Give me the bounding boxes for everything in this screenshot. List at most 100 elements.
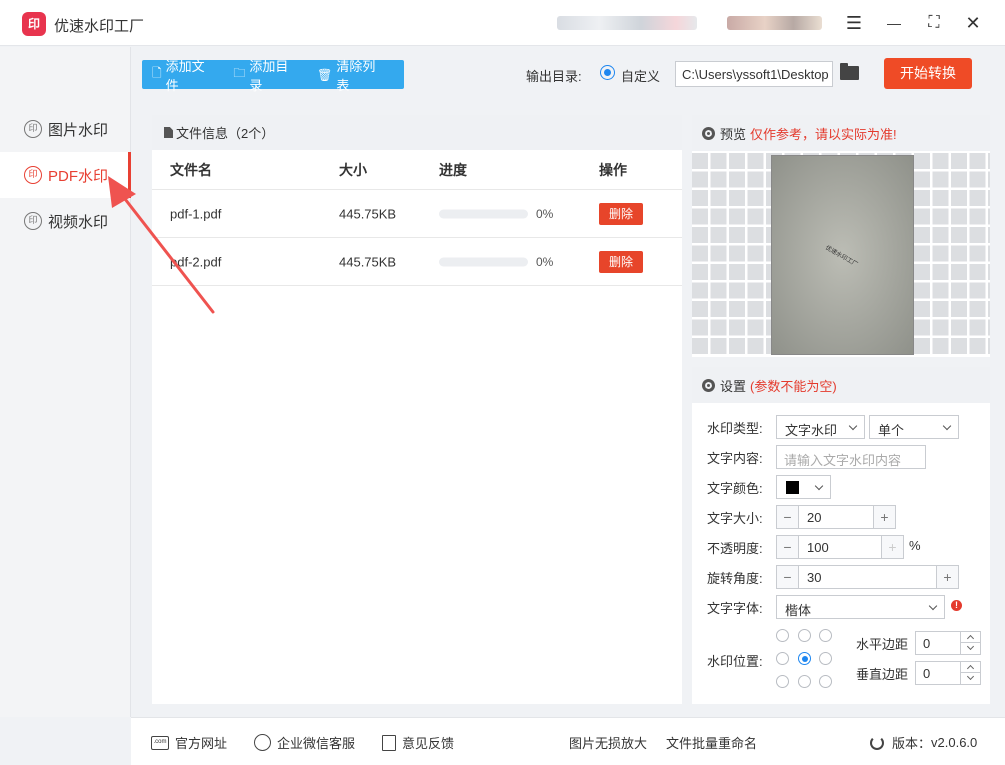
chat-icon [254,734,271,751]
watermark-icon: 印 [24,166,42,184]
position-bottom-center[interactable] [798,675,811,688]
file-table-header: 文件名 大小 进度 操作 [152,150,682,190]
minimize-icon[interactable]: — [881,10,907,36]
position-top-left[interactable] [776,629,789,642]
text-content-input[interactable]: 请输入文字水印内容 [776,445,926,469]
sidebar-item-label: 图片水印 [48,121,109,139]
font-family-value: 楷体 [785,603,812,618]
add-file-label: 添加文件 [165,58,205,93]
file-icon: 🗋 [152,66,162,80]
refresh-icon[interactable] [870,735,884,750]
v-margin-label: 垂直边距 [856,667,909,682]
v-margin-value: 0 [923,666,931,681]
start-convert-button[interactable]: 开始转换 [884,58,972,89]
website-icon: .com [151,735,169,750]
rotation-value: 30 [807,570,822,585]
font-size-label: 文字大小: [707,511,763,526]
position-center[interactable] [798,652,811,665]
text-color-label: 文字颜色: [707,481,763,496]
settings-header: 设置 (参数不能为空) [692,367,990,403]
watermark-type-value: 文字水印 [785,423,838,438]
add-file-button[interactable]: 🗋 添加文件 [152,56,217,94]
progress-percent: 0% [536,206,554,221]
delete-button[interactable]: 删除 [599,202,643,225]
plus-icon[interactable]: + [936,566,958,588]
chevron-down-icon [942,421,952,431]
v-margin-spinner[interactable]: 0 [915,661,981,685]
folder-icon[interactable] [840,63,859,80]
close-icon[interactable]: ✕ [960,10,986,36]
footer-bar: .com 官方网址 企业微信客服 意见反馈 图片无损放大 文件批量重命名 版本：… [131,717,1005,765]
text-color-picker[interactable] [776,475,831,499]
blurred-account-info [557,16,697,30]
font-size-value: 20 [807,510,822,525]
sidebar-item-label: 视频水印 [48,213,109,231]
sidebar-item-image-watermark[interactable]: 印 图片水印 [0,106,131,152]
file-size: 445.75KB [339,206,397,221]
pdf-page-preview: 优速水印工厂 [771,155,914,355]
gear-icon [702,126,715,140]
website-link[interactable]: .com 官方网址 [151,733,227,752]
image-upscale-link[interactable]: 图片无损放大 [569,733,647,752]
settings-note: (参数不能为空) [750,378,837,394]
batch-rename-link[interactable]: 文件批量重命名 [666,733,757,752]
rotation-label: 旋转角度: [707,571,763,586]
add-directory-label: 添加目录 [249,58,289,93]
spin-down-icon[interactable] [960,643,980,654]
position-top-center[interactable] [798,629,811,642]
error-icon: ! [951,600,962,611]
file-list-panel: 文件信息（2个） 文件名 大小 进度 操作 pdf-1.pdf 445.75KB… [152,115,682,704]
col-size: 大小 [339,161,367,178]
h-margin-spinner[interactable]: 0 [915,631,981,655]
font-size-stepper[interactable]: − 20 + [776,505,896,529]
col-progress: 进度 [439,161,467,178]
clear-list-button[interactable]: 🗑 清除列表 [317,56,388,94]
watermark-mode-select[interactable]: 单个 [869,415,959,439]
progress-bar [439,209,528,218]
plus-icon[interactable]: + [873,506,895,528]
font-family-select[interactable]: 楷体 [776,595,945,619]
text-content-label: 文字内容: [707,451,763,466]
position-middle-right[interactable] [819,652,832,665]
feedback-link[interactable]: 意见反馈 [382,733,454,752]
file-toolbar: 🗋 添加文件 🗀 添加目录 🗑 清除列表 [142,59,404,93]
version-label: 版本： [892,736,932,751]
custom-dir-radio[interactable] [600,65,615,80]
opacity-label: 不透明度: [707,541,763,556]
minus-icon[interactable]: − [777,566,799,588]
opacity-stepper[interactable]: − 100 + [776,535,904,559]
position-top-right[interactable] [819,629,832,642]
output-path-input[interactable]: C:\Users\yssoft1\Desktop [675,61,833,87]
maximize-icon[interactable]: ⛶ [921,10,947,36]
position-bottom-left[interactable] [776,675,789,688]
spin-down-icon[interactable] [960,673,980,684]
file-size: 445.75KB [339,254,397,269]
minus-icon[interactable]: − [777,506,799,528]
position-middle-left[interactable] [776,652,789,665]
menu-icon[interactable]: ☰ [841,10,867,36]
chevron-down-icon [848,421,858,431]
spin-up-icon[interactable] [960,662,980,673]
plus-icon[interactable]: + [881,536,903,558]
progress-percent: 0% [536,254,554,269]
delete-button[interactable]: 删除 [599,250,643,273]
image-upscale-label: 图片无损放大 [569,736,648,751]
sidebar-item-pdf-watermark[interactable]: 印 PDF水印 [0,152,131,198]
opacity-unit: % [909,538,921,553]
preview-header: 预览 仅作参考，请以实际为准! [692,115,990,151]
position-label: 水印位置: [707,654,763,669]
minus-icon[interactable]: − [777,536,799,558]
add-directory-button[interactable]: 🗀 添加目录 [233,56,301,94]
sidebar-item-video-watermark[interactable]: 印 视频水印 [0,198,131,244]
version-value: v2.0.6.0 [931,735,978,750]
custom-dir-radio-label: 自定义 [621,69,661,84]
rotation-stepper[interactable]: − 30 + [776,565,959,589]
spin-up-icon[interactable] [960,632,980,643]
watermark-type-select[interactable]: 文字水印 [776,415,865,439]
wechat-support-link[interactable]: 企业微信客服 [254,733,355,752]
table-row: pdf-2.pdf 445.75KB 0% 删除 [152,238,682,286]
table-row: pdf-1.pdf 445.75KB 0% 删除 [152,190,682,238]
version-info: 版本： v2.0.6.0 [870,733,977,752]
position-bottom-right[interactable] [819,675,832,688]
chevron-down-icon [814,481,824,491]
